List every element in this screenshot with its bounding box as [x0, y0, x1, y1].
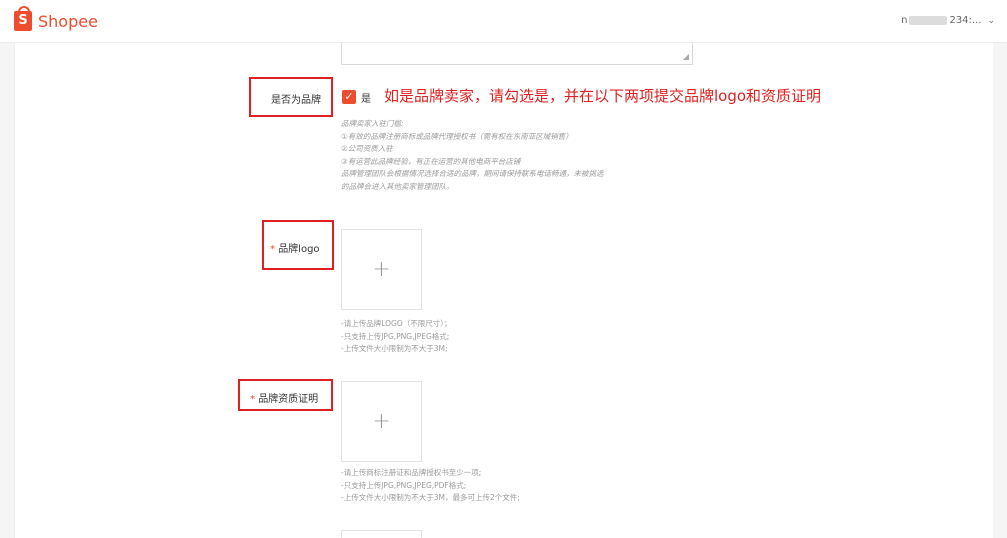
shopping-bag-icon: S — [14, 6, 32, 31]
instruction-annotation: 如是品牌卖家，请勾选是，并在以下两项提交品牌logo和资质证明 — [384, 87, 822, 105]
brand-label-highlight: 是否为品牌 — [249, 77, 333, 117]
top-bar: S Shopee n 234:... ⌄ — [0, 0, 1007, 43]
hint-line: -上传文件大小限制为不大于3M，最多可上传2个文件; — [341, 493, 520, 503]
is-brand-option-label[interactable]: 是 — [361, 90, 371, 105]
hint-line: 的品牌会进入其他卖家管理团队。 — [341, 181, 454, 191]
checkmark-icon: ✓ — [344, 90, 354, 103]
shopee-logo[interactable]: S Shopee — [14, 6, 98, 31]
next-upload-box[interactable] — [341, 530, 422, 538]
required-mark: * — [270, 244, 275, 255]
cert-upload-hint: -请上传商标注册证和品牌授权书至少一项; -只支持上传JPG,PNG,JPEG,… — [341, 467, 520, 505]
brand-cert-label-text: 品牌资质证明 — [258, 394, 319, 405]
hint-line: 品牌卖家入驻门槛: — [341, 119, 404, 128]
hint-line: -请上传商标注册证和品牌授权书至少一项; — [341, 468, 482, 477]
hint-line: ①有效的品牌注册商标或品牌代理授权书（需有权在东南亚区域销售） — [341, 131, 573, 141]
is-brand-checkbox[interactable]: ✓ — [342, 90, 356, 104]
description-textarea[interactable]: ◢ — [341, 43, 693, 65]
hint-line: ②公司资质入驻 — [341, 144, 393, 154]
logo-label-highlight: * 品牌logo — [262, 220, 334, 270]
cert-label-highlight: * 品牌资质证明 — [238, 379, 333, 411]
is-brand-label: 是否为品牌 — [271, 95, 321, 106]
hint-line: -只支持上传JPG,PNG,JPEG,PDF格式; — [341, 480, 467, 490]
hint-line: ③有运营此品牌经验，有正在运营的其他电商平台店铺 — [341, 156, 521, 166]
logo-upload-button[interactable]: + — [341, 229, 422, 310]
cert-upload-button[interactable]: + — [341, 381, 422, 462]
plus-icon: + — [372, 257, 391, 282]
username-redacted — [909, 16, 948, 25]
username-suffix: 234:... — [949, 15, 982, 26]
brand-cert-label: * 品牌资质证明 — [250, 390, 318, 405]
hint-line: -上传文件大小限制为不大于3M; — [341, 344, 448, 354]
hint-line: 品牌管理团队会根据情况选择合适的品牌，期间请保持联系电话畅通，未被挑选 — [341, 169, 604, 179]
brand-logo-label: * 品牌logo — [270, 240, 320, 255]
brand-requirements-hint: 品牌卖家入驻门槛: ①有效的品牌注册商标或品牌代理授权书（需有权在东南亚区域销售… — [341, 118, 604, 194]
chevron-down-icon[interactable]: ⌄ — [987, 16, 995, 26]
username-prefix: n — [901, 15, 908, 26]
user-menu[interactable]: n 234:... ⌄ — [901, 15, 995, 26]
logo-upload-hint: -请上传品牌LOGO（不限尺寸）； -只支持上传JPG,PNG,JPEG格式; … — [341, 318, 452, 356]
hint-line: -只支持上传JPG,PNG,JPEG格式; — [341, 331, 450, 341]
required-mark: * — [250, 394, 255, 405]
brand-logo-label-text: 品牌logo — [278, 244, 320, 255]
resize-handle-icon[interactable]: ◢ — [683, 53, 689, 61]
brand-name: Shopee — [38, 11, 98, 31]
hint-line: -请上传品牌LOGO（不限尺寸）； — [341, 319, 452, 328]
plus-icon: + — [372, 409, 391, 434]
